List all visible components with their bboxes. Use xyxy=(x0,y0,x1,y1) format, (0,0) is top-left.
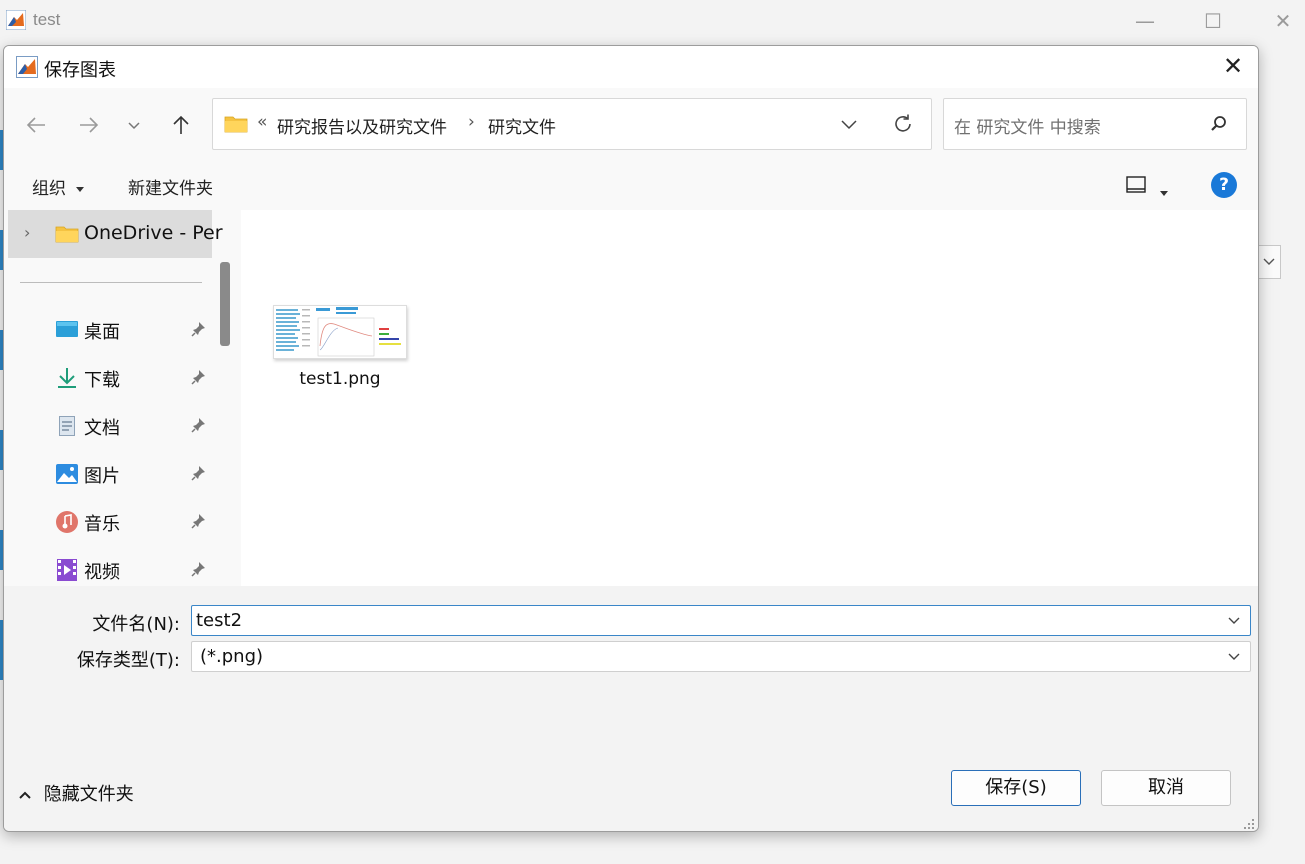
dialog-title-bar: 保存图表 ✕ xyxy=(4,46,1258,88)
dialog-title: 保存图表 xyxy=(44,60,116,81)
pin-icon[interactable] xyxy=(190,464,208,482)
nav-item-downloads[interactable]: 下载 xyxy=(4,355,214,401)
background-dropdown[interactable] xyxy=(1257,245,1281,279)
dialog-toolbar: 组织 新建文件夹 ? xyxy=(4,162,1258,210)
expand-chevron-icon[interactable]: › xyxy=(24,223,30,242)
matlab-icon xyxy=(16,56,38,78)
navigation-pane: › OneDrive - Per 桌面 下载 文档 图片 音乐 视频 xyxy=(4,210,238,586)
nav-item-label[interactable]: 桌面 xyxy=(84,318,120,344)
dropdown-caret-icon xyxy=(76,187,85,192)
dialog-close-button[interactable]: ✕ xyxy=(1220,54,1246,80)
new-folder-button[interactable]: 新建文件夹 xyxy=(128,174,213,199)
chevron-down-icon[interactable] xyxy=(839,116,859,132)
save-form: 文件名(N): test2 保存类型(T): (*.png) xyxy=(4,586,1258,736)
breadcrumb-item[interactable]: 研究报告以及研究文件 xyxy=(277,113,447,138)
resize-grip-icon[interactable] xyxy=(1243,818,1255,830)
forward-button[interactable] xyxy=(74,110,104,140)
matlab-icon xyxy=(6,10,26,30)
image-thumbnail-icon xyxy=(276,307,401,357)
chevron-up-icon xyxy=(19,791,31,799)
dialog-footer: 隐藏文件夹 保存(S) 取消 xyxy=(4,736,1258,831)
file-item[interactable]: test1.png xyxy=(273,305,413,389)
arrow-left-icon xyxy=(26,117,45,133)
address-overflow[interactable]: « xyxy=(257,112,267,132)
pin-icon[interactable] xyxy=(190,320,208,338)
nav-item-label[interactable]: 文档 xyxy=(84,414,120,440)
filetype-select[interactable]: (*.png) xyxy=(191,641,1251,672)
nav-item-videos[interactable]: 视频 xyxy=(4,547,214,586)
nav-item-music[interactable]: 音乐 xyxy=(4,499,214,545)
search-placeholder[interactable]: 在 研究文件 中搜索 xyxy=(954,113,1101,138)
filename-field[interactable]: test2 xyxy=(191,605,1251,636)
filetype-label: 保存类型(T): xyxy=(76,650,180,671)
view-pane-icon xyxy=(1126,176,1146,193)
hide-folders-toggle[interactable]: 隐藏文件夹 xyxy=(18,780,134,806)
up-button[interactable] xyxy=(166,110,196,140)
save-button[interactable]: 保存(S) xyxy=(951,770,1081,806)
breadcrumb-separator[interactable]: › xyxy=(468,112,475,132)
close-window-button[interactable]: ✕ xyxy=(1268,8,1298,34)
nav-item-label[interactable]: 下载 xyxy=(84,366,120,392)
recent-locations-button[interactable] xyxy=(119,110,149,140)
background-title-bar: test — ☐ ✕ xyxy=(0,0,1305,42)
download-icon xyxy=(58,368,76,388)
chevron-down-icon xyxy=(1263,258,1275,265)
back-button[interactable] xyxy=(21,110,51,140)
search-icon[interactable] xyxy=(1210,115,1228,133)
view-options-dropdown[interactable] xyxy=(1159,182,1169,201)
video-icon xyxy=(57,559,77,581)
folder-icon xyxy=(55,226,79,243)
chevron-down-icon[interactable] xyxy=(1226,612,1242,628)
nav-divider xyxy=(20,282,202,283)
breadcrumb-item[interactable]: 研究文件 xyxy=(488,113,556,138)
save-figure-dialog: 保存图表 ✕ « 研究报告以及研究文件 › 研究文件 在 研究文件 中搜索 组织… xyxy=(3,45,1259,832)
nav-item-label[interactable]: 图片 xyxy=(84,462,120,488)
music-icon xyxy=(56,511,78,533)
maximize-button[interactable]: ☐ xyxy=(1198,8,1228,34)
file-list-area[interactable]: test1.png xyxy=(241,210,1258,586)
help-icon[interactable]: ? xyxy=(1211,172,1237,198)
arrow-right-icon xyxy=(80,117,99,133)
pin-icon[interactable] xyxy=(190,416,208,434)
pin-icon[interactable] xyxy=(190,368,208,386)
nav-item-label[interactable]: OneDrive - Per xyxy=(84,222,223,244)
refresh-icon[interactable] xyxy=(892,113,914,135)
nav-item-pictures[interactable]: 图片 xyxy=(4,451,214,497)
nav-item-onedrive[interactable]: › OneDrive - Per xyxy=(4,210,223,258)
pin-icon[interactable] xyxy=(190,512,208,530)
filetype-value[interactable]: (*.png) xyxy=(200,646,263,667)
chevron-down-icon[interactable] xyxy=(1226,648,1242,664)
chevron-down-icon xyxy=(128,122,140,130)
pin-icon[interactable] xyxy=(190,560,208,578)
filename-input[interactable]: test2 xyxy=(196,610,242,631)
background-window-title: test xyxy=(33,10,61,29)
minimize-button[interactable]: — xyxy=(1130,8,1160,34)
nav-item-desktop[interactable]: 桌面 xyxy=(4,307,214,353)
search-box[interactable]: 在 研究文件 中搜索 xyxy=(943,98,1247,150)
navigation-bar: « 研究报告以及研究文件 › 研究文件 在 研究文件 中搜索 xyxy=(4,88,1258,162)
organize-menu[interactable]: 组织 xyxy=(32,174,85,199)
address-bar[interactable]: « 研究报告以及研究文件 › 研究文件 xyxy=(212,98,932,150)
organize-label[interactable]: 组织 xyxy=(32,179,66,199)
dropdown-caret-icon xyxy=(1160,191,1168,196)
hide-folders-label[interactable]: 隐藏文件夹 xyxy=(44,784,134,805)
nav-item-label[interactable]: 音乐 xyxy=(84,510,120,536)
document-icon xyxy=(59,416,75,436)
nav-item-label[interactable]: 视频 xyxy=(84,558,120,584)
file-thumbnail[interactable] xyxy=(273,305,407,359)
arrow-up-icon xyxy=(173,115,189,134)
nav-pane-scrollbar[interactable] xyxy=(220,262,230,346)
file-name[interactable]: test1.png xyxy=(273,369,407,389)
filename-label: 文件名(N): xyxy=(92,614,180,635)
nav-item-documents[interactable]: 文档 xyxy=(4,403,214,449)
cancel-button[interactable]: 取消 xyxy=(1101,770,1231,806)
pictures-icon xyxy=(56,464,78,484)
desktop-icon xyxy=(56,321,78,337)
folder-icon xyxy=(224,116,248,133)
view-options-button[interactable] xyxy=(1126,176,1146,198)
